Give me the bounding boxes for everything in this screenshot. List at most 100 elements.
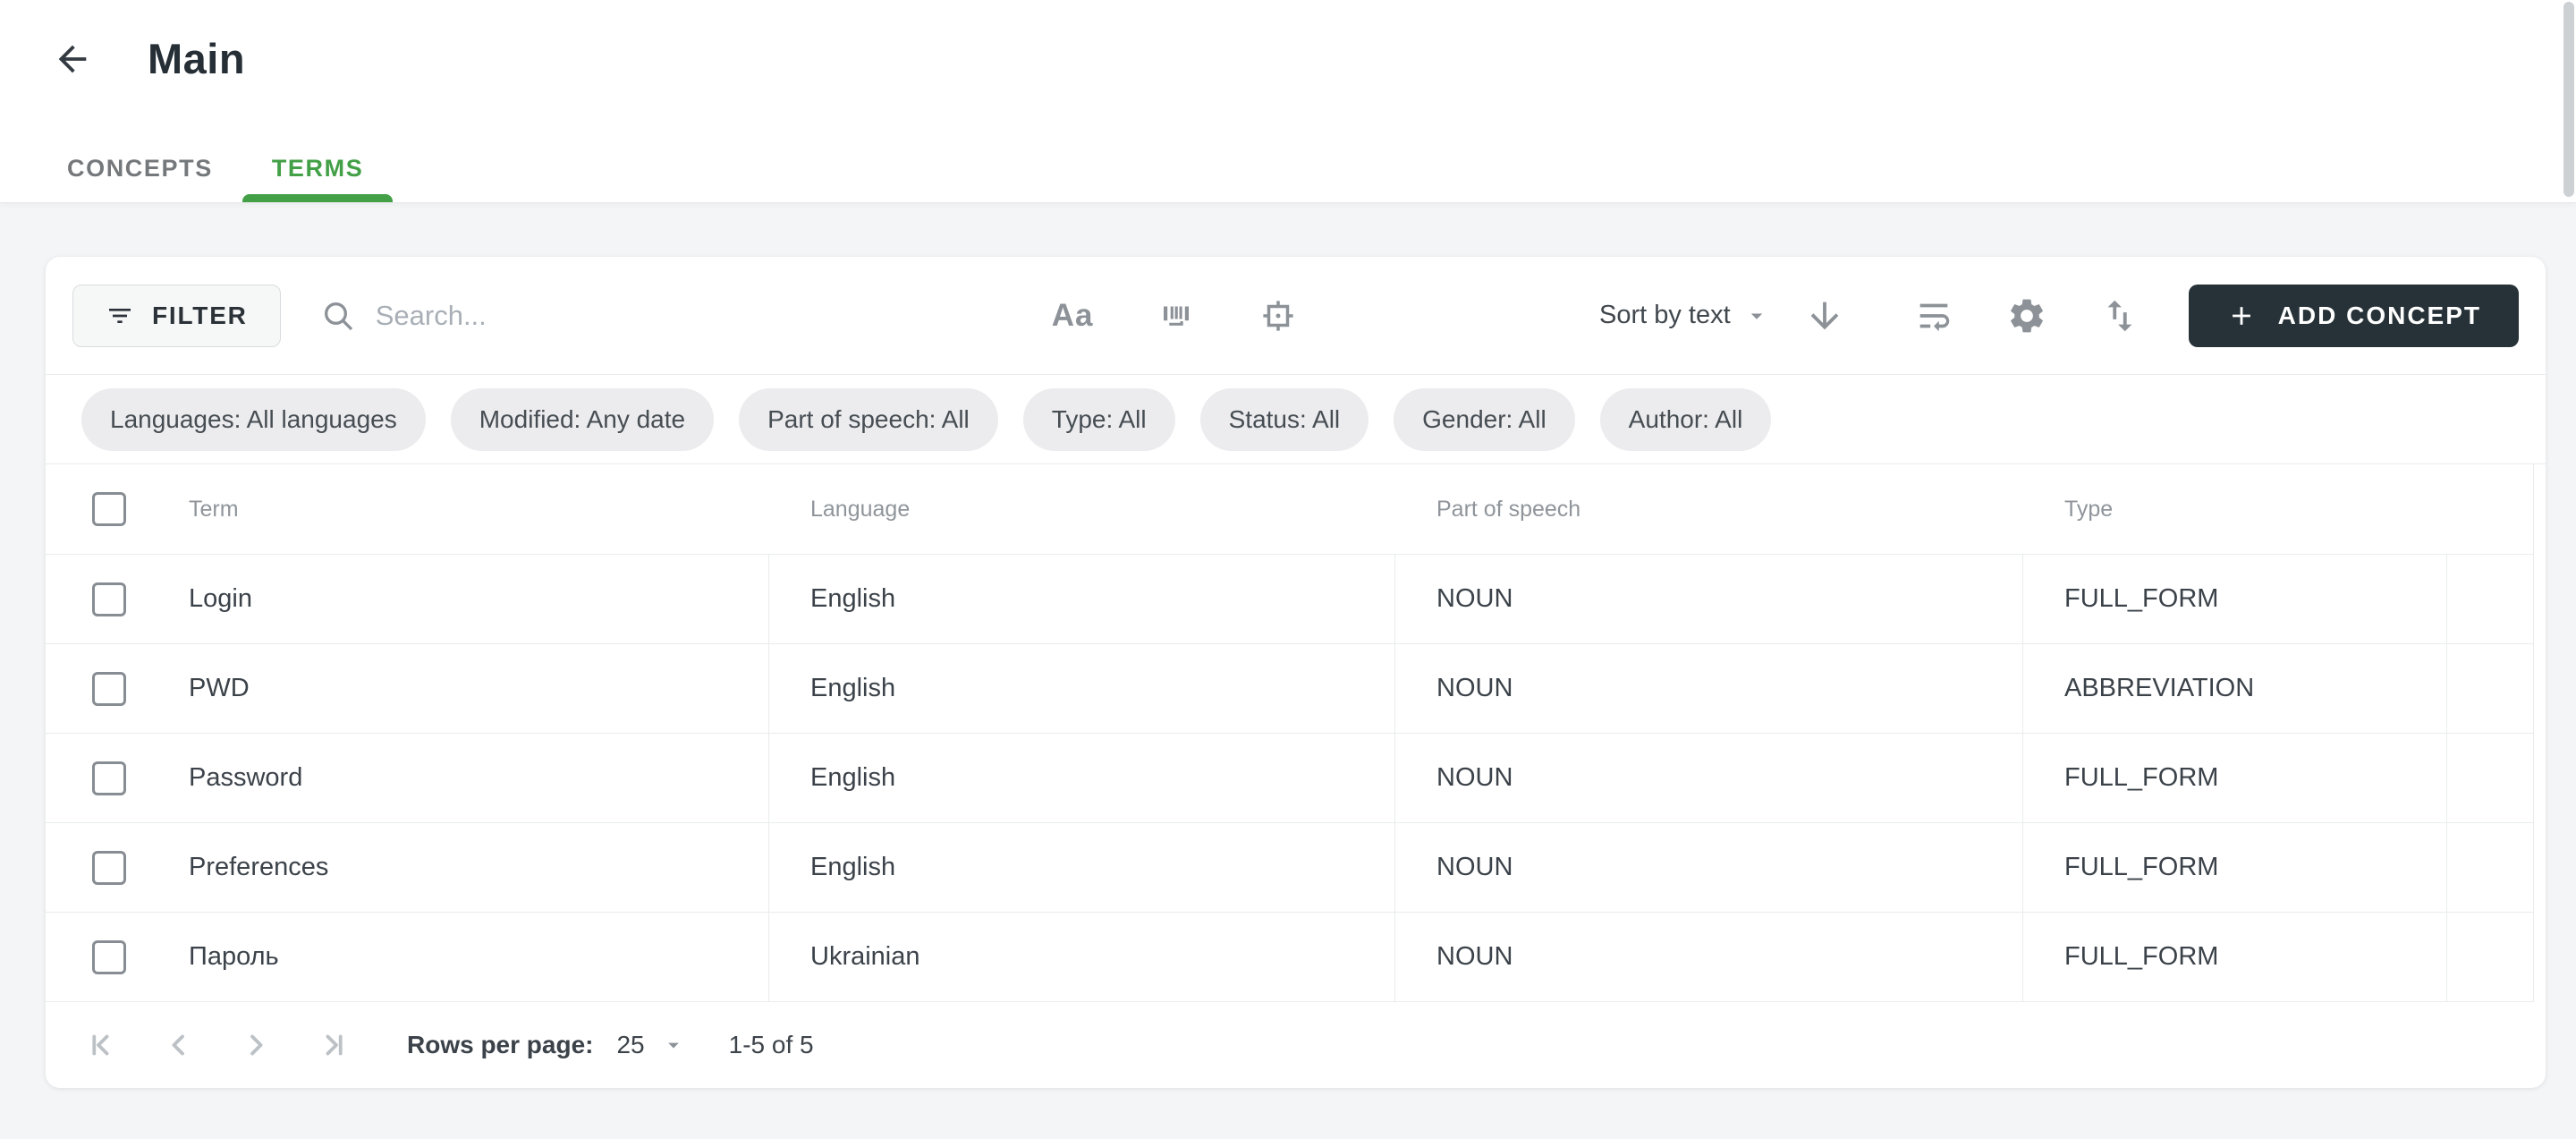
- term-cell: PWD: [189, 674, 250, 703]
- row-checkbox[interactable]: [92, 940, 126, 974]
- pagination-bar: Rows per page: 25 1-5 of 5: [46, 1002, 2546, 1088]
- table-row[interactable]: Preferences English NOUN FULL_FORM: [46, 823, 2533, 913]
- part-of-speech-cell: NOUN: [1436, 674, 1513, 703]
- exact-match-frame-button[interactable]: [1254, 292, 1302, 340]
- table-row[interactable]: PWD English NOUN ABBREVIATION: [46, 644, 2533, 734]
- part-of-speech-cell: NOUN: [1436, 763, 1513, 793]
- type-cell: FULL_FORM: [2064, 763, 2218, 793]
- table-row[interactable]: Password English NOUN FULL_FORM: [46, 734, 2533, 823]
- tab-terms-label: TERMS: [272, 155, 364, 183]
- row-checkbox[interactable]: [92, 582, 126, 616]
- sort-direction-button[interactable]: [1799, 290, 1851, 342]
- plus-icon: [2226, 301, 2257, 331]
- tab-terms[interactable]: TERMS: [242, 134, 394, 202]
- chip-type[interactable]: Type: All: [1023, 388, 1175, 451]
- import-export-button[interactable]: [2094, 290, 2146, 342]
- chevron-right-icon: [239, 1028, 273, 1062]
- header-term-cell: Term: [46, 464, 769, 554]
- table-row[interactable]: Пароль Ukrainian NOUN FULL_FORM: [46, 913, 2533, 1002]
- select-all-checkbox[interactable]: [92, 492, 126, 526]
- search-box: [320, 298, 1020, 334]
- last-page-button[interactable]: [316, 1028, 350, 1062]
- term-cell: Password: [189, 763, 302, 793]
- term-cell: Preferences: [189, 853, 328, 882]
- header-spacer-cell: [2447, 464, 2534, 554]
- back-button[interactable]: [51, 38, 94, 81]
- search-option-icons: Aa: [1046, 292, 1303, 340]
- row-spacer-cell: [2447, 913, 2534, 1001]
- tab-concepts[interactable]: CONCEPTS: [38, 134, 242, 202]
- row-spacer-cell: [2447, 823, 2534, 912]
- arrow-left-icon: [52, 38, 93, 80]
- chip-status[interactable]: Status: All: [1200, 388, 1369, 451]
- filter-list-icon: [106, 302, 134, 330]
- table-row[interactable]: Login English NOUN FULL_FORM: [46, 555, 2533, 644]
- table-header-row: Term Language Part of speech Type: [46, 464, 2533, 555]
- add-concept-button[interactable]: ADD CONCEPT: [2189, 285, 2519, 347]
- row-checkbox[interactable]: [92, 851, 126, 885]
- term-cell: Login: [189, 584, 252, 614]
- chip-modified[interactable]: Modified: Any date: [451, 388, 714, 451]
- next-page-button[interactable]: [239, 1028, 273, 1062]
- type-cell: FULL_FORM: [2064, 942, 2218, 972]
- terms-card: FILTER Aa: [46, 257, 2546, 1088]
- first-page-icon: [85, 1028, 119, 1062]
- part-of-speech-cell: NOUN: [1436, 584, 1513, 614]
- title-row: Main: [51, 34, 2576, 83]
- sort-by-select[interactable]: Sort by text: [1599, 301, 1770, 330]
- whole-word-button[interactable]: [1152, 292, 1200, 340]
- chip-part-of-speech[interactable]: Part of speech: All: [739, 388, 998, 451]
- rows-per-page-label: Rows per page:: [407, 1031, 593, 1059]
- column-header-part-of-speech: Part of speech: [1436, 497, 1580, 523]
- rows-per-page-select[interactable]: 25: [616, 1031, 685, 1059]
- filter-button[interactable]: FILTER: [72, 285, 281, 347]
- tab-concepts-label: CONCEPTS: [67, 155, 213, 183]
- wrap-text-icon: [1913, 295, 1954, 336]
- pagination-range-label: 1-5 of 5: [729, 1031, 814, 1059]
- row-spacer-cell: [2447, 734, 2534, 822]
- part-of-speech-cell: NOUN: [1436, 853, 1513, 882]
- rows-per-page-value: 25: [616, 1031, 644, 1059]
- language-cell: English: [810, 584, 895, 614]
- chevron-left-icon: [162, 1028, 196, 1062]
- viewfinder-frame-icon: [1259, 297, 1297, 335]
- match-case-button[interactable]: Aa: [1046, 293, 1099, 339]
- page-header: Main CONCEPTS TERMS: [0, 0, 2576, 203]
- sort-by-label: Sort by text: [1599, 301, 1731, 330]
- toolbar: FILTER Aa: [46, 257, 2546, 375]
- type-cell: FULL_FORM: [2064, 584, 2218, 614]
- toolbar-right-group: Sort by text ADD CONCEPT: [1599, 285, 2519, 347]
- language-cell: English: [810, 763, 895, 793]
- term-cell: Пароль: [189, 942, 279, 972]
- add-concept-label: ADD CONCEPT: [2278, 302, 2481, 330]
- type-cell: FULL_FORM: [2064, 853, 2218, 882]
- window-scrollbar-thumb[interactable]: [2563, 2, 2574, 197]
- caret-down-icon: [1743, 302, 1770, 329]
- swap-vertical-icon: [2099, 295, 2140, 336]
- filter-button-label: FILTER: [152, 302, 248, 330]
- row-checkbox[interactable]: [92, 672, 126, 706]
- column-header-term: Term: [189, 497, 239, 523]
- wrap-text-button[interactable]: [1908, 290, 1960, 342]
- language-cell: English: [810, 853, 895, 882]
- row-spacer-cell: [2447, 555, 2534, 643]
- first-page-button[interactable]: [85, 1028, 119, 1062]
- chip-languages[interactable]: Languages: All languages: [81, 388, 426, 451]
- chip-author[interactable]: Author: All: [1600, 388, 1772, 451]
- active-tab-indicator: [242, 194, 394, 202]
- row-spacer-cell: [2447, 644, 2534, 733]
- row-checkbox[interactable]: [92, 761, 126, 795]
- search-input[interactable]: [376, 300, 1020, 332]
- gear-icon: [2006, 295, 2047, 336]
- caret-down-icon: [661, 1033, 686, 1058]
- settings-button[interactable]: [2001, 290, 2053, 342]
- column-header-language: Language: [810, 497, 910, 523]
- page-title: Main: [148, 34, 245, 83]
- type-cell: ABBREVIATION: [2064, 674, 2254, 703]
- previous-page-button[interactable]: [162, 1028, 196, 1062]
- part-of-speech-cell: NOUN: [1436, 942, 1513, 972]
- search-icon: [320, 298, 356, 334]
- chip-gender[interactable]: Gender: All: [1394, 388, 1575, 451]
- last-page-icon: [316, 1028, 350, 1062]
- language-cell: Ukrainian: [810, 942, 920, 972]
